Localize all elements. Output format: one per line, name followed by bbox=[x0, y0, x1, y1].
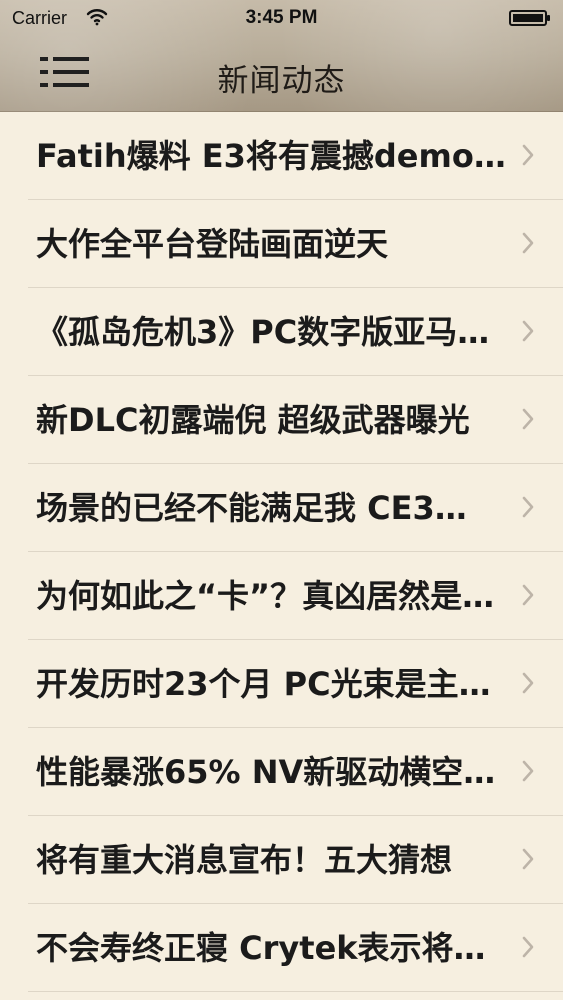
status-bar: Carrier 3:45 PM bbox=[0, 0, 563, 36]
battery-icon bbox=[509, 10, 550, 26]
chevron-right-icon bbox=[522, 584, 534, 606]
status-time: 3:45 PM bbox=[245, 7, 318, 28]
news-item-title: 开发历时23个月 PC光束是主… bbox=[36, 665, 491, 703]
news-item-title: 性能暴涨65% NV新驱动横空… bbox=[36, 753, 496, 791]
chevron-right-icon bbox=[522, 496, 534, 518]
chevron-right-icon bbox=[522, 848, 534, 870]
chevron-right-icon bbox=[522, 408, 534, 430]
news-item-title: 不会寿终正寝 Crytek表示将… bbox=[36, 929, 486, 967]
chevron-right-icon bbox=[522, 320, 534, 342]
news-item-title: 新DLC初露端倪 超级武器曝光 bbox=[36, 401, 470, 439]
textured-header: Carrier 3:45 PM 新闻动态 bbox=[0, 0, 563, 112]
news-list-item[interactable]: 场景的已经不能满足我 CE3… bbox=[0, 464, 563, 552]
news-item-title: 《孤岛危机3》PC数字版亚马… bbox=[36, 313, 490, 351]
news-list: Fatih爆料 E3将有震撼demo… 大作全平台登陆画面逆天 《孤岛危机3》P… bbox=[0, 112, 563, 1000]
app-screen: Carrier 3:45 PM 新闻动态 Fatih爆料 E3将有震撼demo…… bbox=[0, 0, 563, 1000]
chevron-right-icon bbox=[522, 936, 534, 958]
news-item-title: Fatih爆料 E3将有震撼demo… bbox=[36, 137, 506, 175]
news-list-item[interactable]: 将有重大消息宣布！五大猜想 bbox=[0, 816, 563, 904]
news-list-item[interactable]: 不会寿终正寝 Crytek表示将… bbox=[0, 904, 563, 992]
news-list-item[interactable]: 《孤岛危机3》PC数字版亚马… bbox=[0, 288, 563, 376]
chevron-right-icon bbox=[522, 232, 534, 254]
news-list-item[interactable]: Fatih爆料 E3将有震撼demo… bbox=[0, 112, 563, 200]
news-list-item[interactable]: 开发历时23个月 PC光束是主… bbox=[0, 640, 563, 728]
news-list-item[interactable]: 性能暴涨65% NV新驱动横空… bbox=[0, 728, 563, 816]
page-title: 新闻动态 bbox=[217, 63, 346, 99]
chevron-right-icon bbox=[522, 760, 534, 782]
news-item-title: 将有重大消息宣布！五大猜想 bbox=[36, 841, 453, 879]
news-list-item[interactable]: 新DLC初露端倪 超级武器曝光 bbox=[0, 376, 563, 464]
news-list-item[interactable]: 为何如此之“卡”？真凶居然是… bbox=[0, 552, 563, 640]
news-item-title: 大作全平台登陆画面逆天 bbox=[36, 225, 389, 263]
navigation-bar: 新闻动态 bbox=[0, 36, 563, 112]
news-list-item[interactable]: 大作全平台登陆画面逆天 bbox=[0, 200, 563, 288]
news-item-title: 场景的已经不能满足我 CE3… bbox=[36, 489, 467, 527]
chevron-right-icon bbox=[522, 672, 534, 694]
news-item-title: 为何如此之“卡”？真凶居然是… bbox=[36, 577, 495, 615]
chevron-right-icon bbox=[522, 144, 534, 166]
